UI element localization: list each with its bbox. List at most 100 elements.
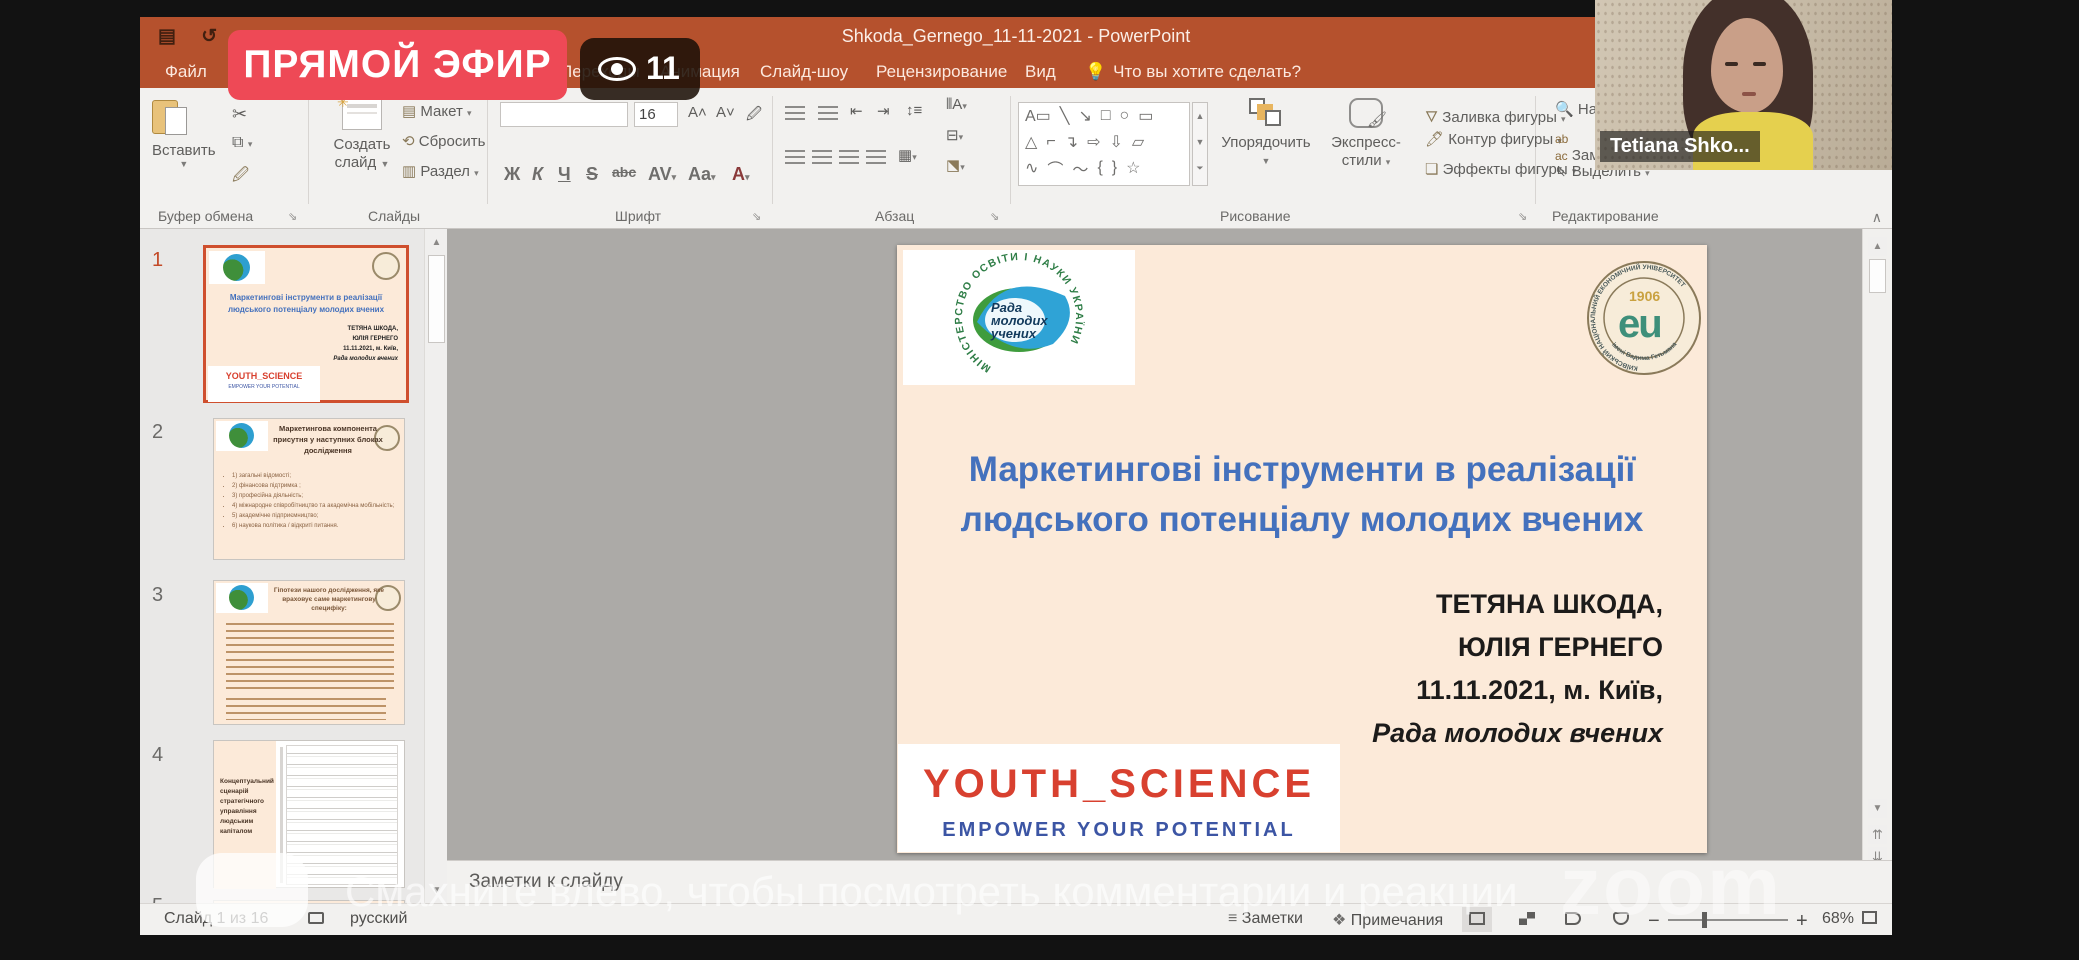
brand-tagline: EMPOWER YOUR POTENTIAL [898,819,1340,842]
thumb-number-2: 2 [152,421,163,444]
zoom-level[interactable]: 68% [1822,910,1854,928]
font-name-combo[interactable] [500,102,628,127]
participant-face [1711,18,1783,113]
justify-button[interactable] [866,150,886,164]
zoom-in-button[interactable]: + [1796,910,1808,933]
slide-canvas-area: МІНІСТЕРСТВО ОСВІТИ І НАУКИ УКРАЇНИ Рада… [447,229,1862,877]
layout-button[interactable]: ▤ Макет ▾ [402,102,472,120]
slide-thumbnail-3[interactable]: Гіпотези нашого дослідження, яке врахову… [213,580,405,725]
current-slide[interactable]: МІНІСТЕРСТВО ОСВІТИ І НАУКИ УКРАЇНИ Рада… [897,245,1707,853]
tab-view[interactable]: Вид [1025,62,1056,82]
elbow-shape-icon: ⌐ [1046,133,1055,151]
group-separator [772,96,773,204]
slide-title: Маркетингові інструменти в реалізації лю… [897,445,1707,545]
subscript-button[interactable]: abc [612,164,636,180]
slide-thumbnail-panel: 1 Маркетингові інструменти в реалізаціїл… [140,229,424,903]
reactions-bubble-icon[interactable] [196,853,308,927]
change-case-button[interactable]: Aa▾ [688,164,716,185]
bold-button[interactable]: Ж [504,164,520,185]
copy-button[interactable]: ⧉ ▾ [232,134,252,152]
group-separator [487,96,488,204]
fit-to-window-button[interactable] [1862,910,1877,928]
freeform-shape-icon: ▱ [1132,132,1144,152]
previous-slide-button[interactable]: ⇈ [1868,825,1887,844]
participant-video[interactable]: Tetiana Shko... [1595,0,1892,170]
shapes-scrollbar[interactable]: ▲▼⏷ [1192,102,1208,186]
shape-outline-button[interactable]: 🖊 Контур фигуры ▾ [1425,130,1562,148]
replace-icon: abac [1555,132,1568,163]
collapse-ribbon-button[interactable]: ∧ [1872,209,1882,226]
oval-shape-icon: ○ [1120,107,1130,125]
columns-button[interactable]: ▦▾ [898,146,917,164]
strikethrough-button[interactable]: S [586,164,598,185]
thumb-number-1: 1 [152,249,163,272]
thumb-number-4: 4 [152,744,163,767]
clipboard-dialog-launcher[interactable]: ⇘ [288,210,297,223]
clipboard-icon [152,100,178,134]
slide-thumbnail-1[interactable]: Маркетингові інструменти в реалізаціїлюд… [203,245,409,403]
slide-scroll-down-icon[interactable]: ▼ [1868,799,1887,818]
participant-eye [1725,62,1738,66]
eye-icon [598,57,636,81]
thumbnail-scroll-thumb[interactable] [428,255,445,343]
rounded-rect-shape-icon: ▭ [1138,106,1153,126]
format-painter-button[interactable]: 🖉 [232,164,249,191]
font-dialog-launcher[interactable]: ⇘ [752,210,761,223]
underline-button[interactable]: Ч [558,164,571,185]
slide-scroll-thumb[interactable] [1869,259,1886,293]
quick-styles-button[interactable]: 🖌 Экспресс-стили ▾ [1318,98,1414,171]
paste-button[interactable]: Вставить ▼ [152,100,216,169]
tab-review[interactable]: Рецензирование [876,62,1007,82]
text-direction-button[interactable]: ⫴A▾ [946,96,967,113]
align-center-button[interactable] [812,150,832,164]
tab-slideshow[interactable]: Слайд-шоу [760,62,848,82]
elbow-arrow-shape-icon: ↴ [1065,132,1078,152]
paste-label: Вставить [152,142,216,159]
new-slide-icon: ✳ [342,98,382,130]
thumb1-logo-right [372,252,400,280]
font-size-combo[interactable] [634,102,678,127]
spellcheck-icon[interactable] [308,910,324,928]
decrease-font-button[interactable]: A˅ [716,104,735,121]
slide-scroll-up-icon[interactable]: ▲ [1868,237,1887,256]
shape-effects-button[interactable]: ❏ Эффекты фигуры ▾ [1425,160,1576,178]
new-slide-button[interactable]: ✳ Создатьслайд ▼ [326,98,398,173]
scroll-up-icon[interactable]: ▲ [427,233,446,252]
paragraph-dialog-launcher[interactable]: ⇘ [990,210,999,223]
numbering-button[interactable] [818,106,838,120]
shape-fill-button[interactable]: 🜄 Заливка фигуры ▾ [1425,100,1566,131]
slide-thumbnail-2[interactable]: Маркетингова компонента присутня у насту… [213,418,405,560]
tab-file[interactable]: Файл [165,62,207,82]
decrease-indent-button[interactable]: ⇤ [850,102,863,120]
increase-font-button[interactable]: A˄ [688,104,707,121]
section-button[interactable]: ▥ Раздел ▾ [402,162,479,180]
cut-button[interactable]: ✂ [232,104,247,125]
align-right-button[interactable] [839,150,859,164]
align-left-button[interactable] [785,150,805,164]
arrange-icon [1249,98,1283,128]
participant-mouth [1742,92,1756,96]
convert-smartart-button[interactable]: ⬔▾ [946,156,965,174]
drawing-dialog-launcher[interactable]: ⇘ [1518,210,1527,223]
tellme-box[interactable]: 💡Что вы хотите сделать? [1085,62,1301,82]
increase-indent-button[interactable]: ⇥ [877,102,890,120]
outline-pen-icon: 🖊 [1425,131,1444,148]
reset-button[interactable]: ⟲ Сбросить [402,132,485,150]
align-text-button[interactable]: ⊟▾ [946,126,963,144]
thumb3-text-lines [226,623,394,653]
scribble-shape-icon: ∿ [1025,158,1038,178]
italic-button[interactable]: К [532,164,543,185]
screen: ▤ ↺ ▸ Shkoda_Gernego_11-11-2021 - PowerP… [0,0,2079,960]
shapes-row: A▭╲↘□○▭ [1019,103,1189,129]
thumb3-text-lines [226,698,386,720]
character-spacing-button[interactable]: AV▾ [648,164,676,185]
shapes-gallery[interactable]: A▭╲↘□○▭ △⌐↴⇨⇩▱ ∿⌒〜{}☆ [1018,102,1190,186]
line-spacing-button[interactable]: ↕≡ [906,102,922,119]
font-color-button[interactable]: А▾ [732,164,750,185]
arrange-button[interactable]: Упорядочить ▼ [1218,98,1314,170]
drawing-group-label: Рисование [1220,208,1291,224]
clear-formatting-button[interactable]: 🖉 [746,104,762,129]
thumbnail-scrollbar[interactable]: ▲ ▼ [424,229,447,903]
triangle-shape-icon: △ [1025,132,1037,152]
bullets-button[interactable] [785,106,805,120]
